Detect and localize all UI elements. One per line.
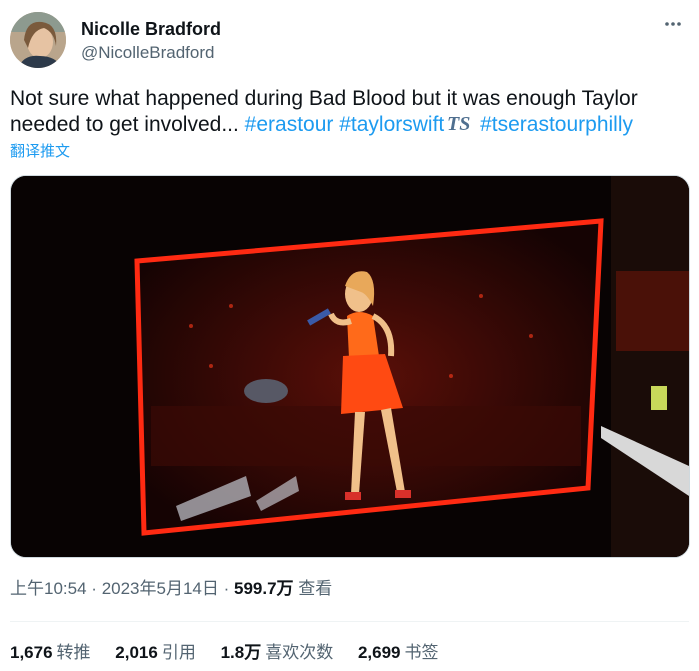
- meta-separator: ·: [91, 579, 97, 598]
- views-count: 599.7万: [234, 579, 294, 598]
- tweet-header: Nicolle Bradford @NicolleBradford: [10, 10, 689, 70]
- tweet-stats: 1,676 转推 2,016 引用 1.8万 喜欢次数 2,699 书签: [10, 642, 458, 664]
- author-name[interactable]: Nicolle Bradford: [81, 18, 221, 40]
- tweet-meta: 上午10:54 · 2023年5月14日 · 599.7万 查看: [10, 578, 332, 600]
- tweet-date[interactable]: 2023年5月14日: [102, 579, 219, 598]
- tweet-video[interactable]: [10, 175, 690, 558]
- retweets-count: 1,676: [10, 643, 53, 662]
- bookmarks-label: 书签: [404, 643, 439, 662]
- hashtag-link[interactable]: #taylorswift: [339, 113, 444, 136]
- quotes-stat[interactable]: 2,016 引用: [115, 642, 196, 664]
- retweets-label: 转推: [56, 643, 91, 662]
- retweets-stat[interactable]: 1,676 转推: [10, 642, 91, 664]
- divider: [10, 621, 689, 622]
- quotes-label: 引用: [161, 643, 196, 662]
- quotes-count: 2,016: [115, 643, 158, 662]
- likes-stat[interactable]: 1.8万 喜欢次数: [221, 642, 334, 664]
- more-horizontal-icon[interactable]: [663, 14, 683, 40]
- bookmarks-count: 2,699: [357, 643, 401, 662]
- hashtag-link[interactable]: #tserastourphilly: [480, 113, 633, 136]
- bookmarks-stat[interactable]: 2,699 书签: [358, 642, 439, 664]
- hashtag-link[interactable]: #erastour: [245, 113, 334, 136]
- avatar[interactable]: [10, 12, 66, 68]
- translate-tweet-link[interactable]: 翻译推文: [10, 140, 70, 161]
- author-handle[interactable]: @NicolleBradford: [81, 42, 214, 64]
- ts-logo-icon: TS: [446, 112, 472, 141]
- views-label: 查看: [298, 579, 333, 598]
- tweet-time[interactable]: 上午10:54: [10, 579, 87, 598]
- tweet-text: Not sure what happened during Bad Blood …: [10, 86, 680, 141]
- svg-text:TS: TS: [447, 113, 470, 134]
- likes-count: 1.8万: [220, 643, 262, 662]
- likes-label: 喜欢次数: [265, 643, 334, 662]
- meta-separator: ·: [223, 579, 230, 598]
